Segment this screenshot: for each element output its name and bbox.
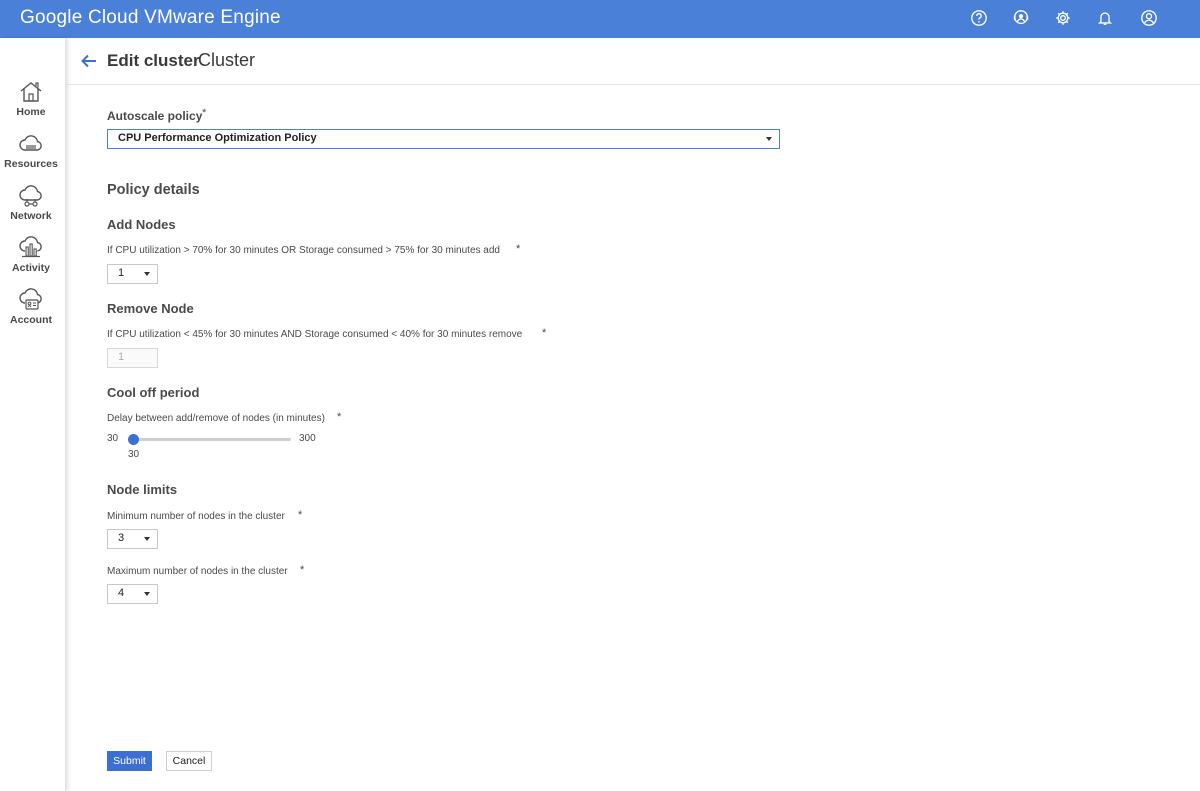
max-nodes-label: Maximum number of nodes in the cluster bbox=[107, 566, 288, 577]
cool-off-slider-track[interactable] bbox=[133, 438, 291, 441]
min-nodes-select[interactable]: 3 bbox=[107, 529, 158, 549]
cool-off-description: Delay between add/remove of nodes (in mi… bbox=[107, 413, 325, 424]
help-icon[interactable] bbox=[969, 8, 989, 28]
add-nodes-heading: Add Nodes bbox=[107, 217, 176, 232]
cancel-button[interactable]: Cancel bbox=[166, 751, 212, 771]
remove-node-description: If CPU utilization < 45% for 30 minutes … bbox=[107, 329, 523, 340]
cool-off-heading: Cool off period bbox=[107, 385, 200, 400]
add-nodes-select[interactable]: 1 bbox=[107, 264, 158, 284]
app-title: Google Cloud VMware Engine bbox=[20, 7, 281, 28]
autoscale-policy-label: Autoscale policy bbox=[107, 109, 203, 123]
sidebar-item-label: Account bbox=[10, 314, 52, 326]
network-icon bbox=[19, 185, 42, 207]
remove-node-value: 1 bbox=[118, 351, 125, 363]
cool-off-slider-thumb[interactable] bbox=[128, 434, 139, 445]
required-mark: * bbox=[298, 509, 303, 521]
page-title: Edit cluster bbox=[107, 51, 200, 70]
account-icon[interactable] bbox=[1139, 8, 1159, 28]
sidebar-item-account[interactable]: Account bbox=[0, 288, 62, 336]
remove-node-select: 1 bbox=[107, 348, 158, 368]
remove-node-heading: Remove Node bbox=[107, 301, 194, 316]
required-mark: * bbox=[337, 411, 342, 423]
slider-current-value: 30 bbox=[128, 449, 140, 460]
sidebar-item-label: Network bbox=[10, 210, 52, 222]
chevron-down-icon bbox=[766, 137, 772, 141]
sidebar-item-activity[interactable]: Activity bbox=[0, 236, 62, 284]
activity-icon bbox=[19, 236, 42, 258]
slider-min-label: 30 bbox=[107, 433, 119, 444]
submit-button[interactable]: Submit bbox=[107, 751, 152, 771]
home-icon bbox=[20, 82, 42, 102]
min-nodes-label: Minimum number of nodes in the cluster bbox=[107, 511, 285, 522]
sidebar-item-network[interactable]: Network bbox=[0, 184, 62, 232]
required-mark: * bbox=[516, 243, 521, 255]
account-gear-icon bbox=[19, 288, 42, 310]
autoscale-policy-select[interactable]: CPU Performance Optimization Policy bbox=[107, 129, 780, 149]
required-mark: * bbox=[300, 564, 305, 576]
cloud-icon bbox=[19, 135, 42, 151]
support-icon[interactable] bbox=[1011, 8, 1031, 28]
sidebar-item-home[interactable]: Home bbox=[0, 80, 62, 128]
slider-max-label: 300 bbox=[299, 433, 316, 444]
policy-details-heading: Policy details bbox=[107, 182, 200, 198]
max-nodes-value: 4 bbox=[118, 587, 125, 599]
required-mark: * bbox=[202, 107, 207, 119]
notifications-icon[interactable] bbox=[1095, 8, 1115, 28]
chevron-down-icon bbox=[144, 592, 150, 596]
page-header: Edit cluster Cluster bbox=[66, 38, 1200, 85]
sidebar: Home Resources Network Activity Account bbox=[0, 38, 66, 791]
min-nodes-value: 3 bbox=[118, 532, 125, 544]
sidebar-item-label: Resources bbox=[4, 158, 58, 170]
chevron-down-icon bbox=[144, 272, 150, 276]
node-limits-heading: Node limits bbox=[107, 482, 178, 497]
add-nodes-value: 1 bbox=[118, 267, 125, 279]
max-nodes-select[interactable]: 4 bbox=[107, 584, 158, 604]
sidebar-item-label: Home bbox=[16, 106, 46, 118]
sidebar-item-resources[interactable]: Resources bbox=[0, 132, 62, 180]
chevron-down-icon bbox=[144, 537, 150, 541]
required-mark: * bbox=[542, 327, 547, 339]
settings-icon[interactable] bbox=[1053, 8, 1073, 28]
back-arrow-icon[interactable] bbox=[80, 52, 98, 70]
top-bar: Google Cloud VMware Engine bbox=[0, 0, 1200, 38]
sidebar-item-label: Activity bbox=[12, 262, 50, 274]
add-nodes-description: If CPU utilization > 70% for 30 minutes … bbox=[107, 245, 500, 256]
autoscale-policy-value: CPU Performance Optimization Policy bbox=[118, 132, 317, 144]
page-subtitle: Cluster bbox=[198, 50, 256, 70]
